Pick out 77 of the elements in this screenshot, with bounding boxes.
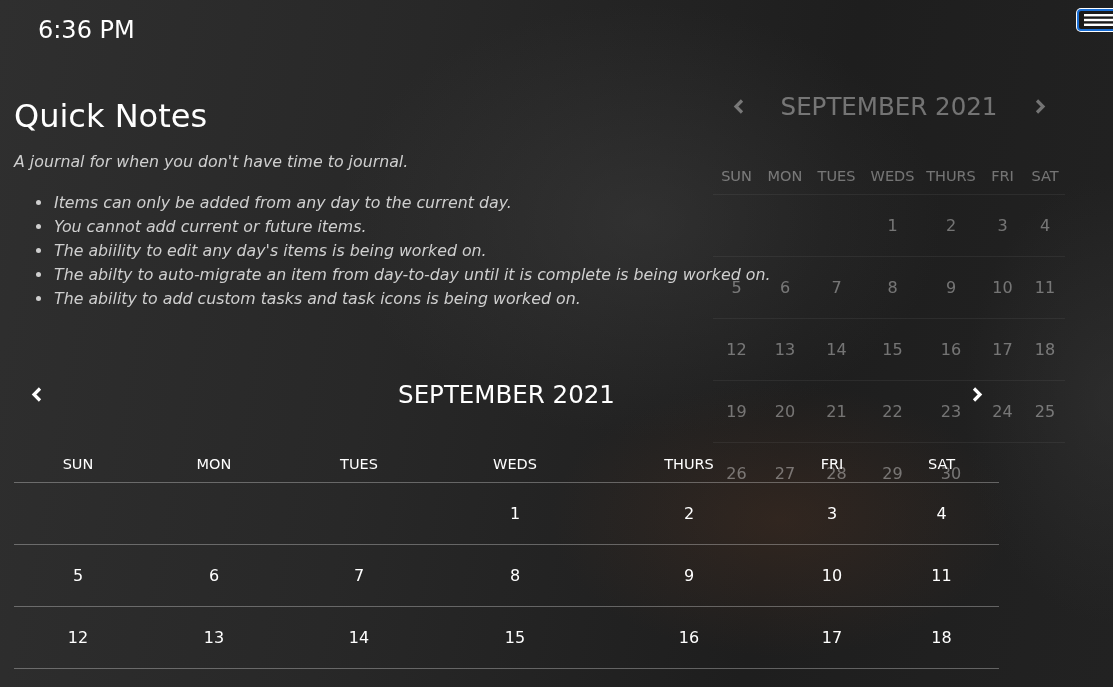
- month-title: SEPTEMBER 2021: [780, 91, 998, 121]
- day-number[interactable]: 14: [348, 628, 370, 647]
- day-number[interactable]: 7: [353, 566, 365, 585]
- day-number[interactable]: 2: [945, 216, 957, 235]
- day-number[interactable]: 11: [931, 566, 952, 585]
- weekday-label: THURS: [664, 455, 714, 472]
- weekday-label: WEDS: [493, 455, 537, 472]
- month-title: SEPTEMBER 2021: [398, 379, 615, 409]
- weekday-label: FRI: [991, 167, 1014, 184]
- weekday-label: THURS: [926, 167, 976, 184]
- day-number[interactable]: 22: [882, 402, 903, 421]
- day-number[interactable]: 6: [779, 278, 791, 297]
- day-number[interactable]: 1: [509, 504, 521, 523]
- note-text: The ability to add custom tasks and task icons is being worked on.: [54, 288, 581, 308]
- weekday-label: SUN: [721, 167, 752, 184]
- day-number[interactable]: 23: [940, 402, 962, 421]
- day-number[interactable]: 11: [1034, 278, 1056, 297]
- day-number[interactable]: 16: [940, 340, 962, 359]
- day-number[interactable]: 19: [726, 402, 747, 421]
- day-number[interactable]: 7: [831, 278, 842, 297]
- weekday-label: SAT: [1031, 167, 1059, 184]
- page-subtitle: A journal for when you don't have time to journal.: [14, 151, 409, 173]
- menu-button[interactable]: [1077, 9, 1113, 31]
- day-number[interactable]: 6: [208, 566, 220, 585]
- menu-icon: [1084, 14, 1113, 26]
- day-number[interactable]: 17: [992, 340, 1013, 359]
- clock-time: 6:36 PM: [38, 15, 135, 46]
- chevron-left-icon: [30, 386, 42, 402]
- day-number[interactable]: 13: [774, 340, 796, 359]
- day-number[interactable]: 25: [1034, 402, 1056, 421]
- weekday-label: MON: [196, 455, 232, 472]
- weekday-label: TUES: [817, 167, 856, 184]
- day-number[interactable]: 12: [67, 628, 89, 647]
- weekday-label: WEDS: [870, 167, 915, 184]
- day-number[interactable]: 26: [726, 464, 747, 483]
- note-text: Items can only be added from any day to the current day.: [54, 192, 512, 212]
- day-number[interactable]: 1: [887, 216, 898, 235]
- day-number[interactable]: 4: [1039, 216, 1051, 235]
- page-title: Quick Notes: [14, 96, 208, 136]
- day-number[interactable]: 9: [945, 278, 957, 297]
- day-number[interactable]: 18: [1034, 340, 1056, 359]
- day-number[interactable]: 12: [726, 340, 747, 359]
- day-number[interactable]: 3: [997, 216, 1008, 235]
- bullet-icon: [36, 199, 41, 205]
- day-number[interactable]: 17: [821, 628, 843, 647]
- day-number[interactable]: 16: [678, 628, 700, 647]
- note-text: The abiility to edit any day's items is being worked on.: [54, 240, 487, 260]
- day-number[interactable]: 9: [683, 566, 695, 585]
- weekday-label: SUN: [62, 455, 94, 472]
- note-text: You cannot add current or future items.: [54, 216, 367, 236]
- bullet-icon: [36, 271, 41, 277]
- bullet-icon: [36, 247, 41, 253]
- day-number[interactable]: 4: [936, 504, 947, 523]
- day-number[interactable]: 8: [887, 278, 898, 297]
- day-number[interactable]: 14: [826, 340, 847, 359]
- day-number[interactable]: 13: [203, 628, 225, 647]
- day-number[interactable]: 10: [992, 278, 1013, 297]
- day-number[interactable]: 20: [774, 402, 796, 421]
- day-number[interactable]: 8: [509, 566, 521, 585]
- day-number[interactable]: 29: [882, 464, 903, 483]
- chevron-right-icon: [1034, 98, 1046, 114]
- weekday-label: MON: [767, 167, 803, 184]
- day-number[interactable]: 10: [821, 566, 843, 585]
- chevron-left-icon: [732, 98, 744, 114]
- day-number[interactable]: 24: [992, 402, 1013, 421]
- day-number[interactable]: 15: [504, 628, 526, 647]
- day-number[interactable]: 5: [72, 566, 84, 585]
- day-number[interactable]: 27: [774, 464, 796, 483]
- bullet-icon: [36, 223, 41, 229]
- day-number[interactable]: 18: [931, 628, 952, 647]
- weekday-label: TUES: [340, 455, 378, 472]
- chevron-right-icon: [971, 386, 983, 402]
- day-number[interactable]: 15: [882, 340, 903, 359]
- day-number[interactable]: 21: [826, 402, 847, 421]
- day-number[interactable]: 2: [683, 504, 695, 523]
- bullet-icon: [36, 295, 41, 301]
- day-number[interactable]: 3: [826, 504, 838, 523]
